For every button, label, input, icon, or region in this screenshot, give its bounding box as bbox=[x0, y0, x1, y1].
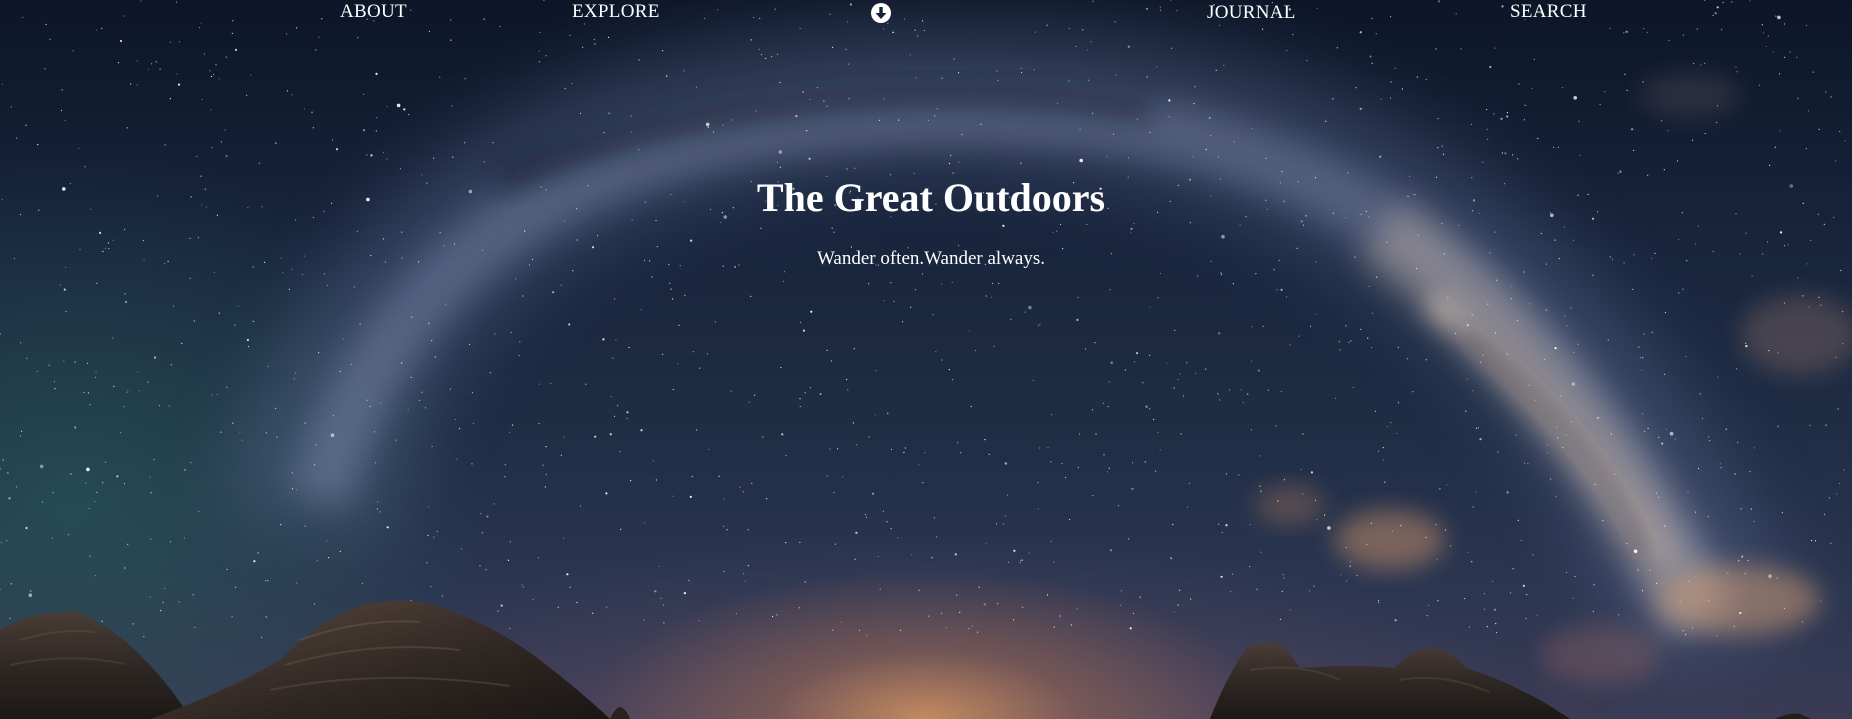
hero-title: The Great Outdoors bbox=[756, 175, 1106, 220]
main-navigation: ABOUT EXPLORE JOURNAL SEARCH bbox=[0, 0, 1852, 30]
circle-arrow-down-icon[interactable] bbox=[870, 2, 892, 24]
nav-journal-link[interactable]: JOURNAL bbox=[1207, 1, 1296, 25]
right-rock-formation bbox=[1210, 642, 1570, 719]
hero-subtitle: Wander often.Wander always. bbox=[816, 248, 1045, 269]
background-milky-way-image bbox=[0, 0, 1852, 719]
hero-section: ABOUT EXPLORE JOURNAL SEARCH The Great O… bbox=[0, 0, 1852, 719]
left-rock-formation bbox=[0, 611, 190, 719]
center-left-rock-formation bbox=[150, 600, 610, 719]
nav-explore-link[interactable]: EXPLORE bbox=[572, 0, 660, 24]
nav-search-link[interactable]: SEARCH bbox=[1510, 0, 1587, 24]
nav-about-link[interactable]: ABOUT bbox=[340, 0, 407, 24]
